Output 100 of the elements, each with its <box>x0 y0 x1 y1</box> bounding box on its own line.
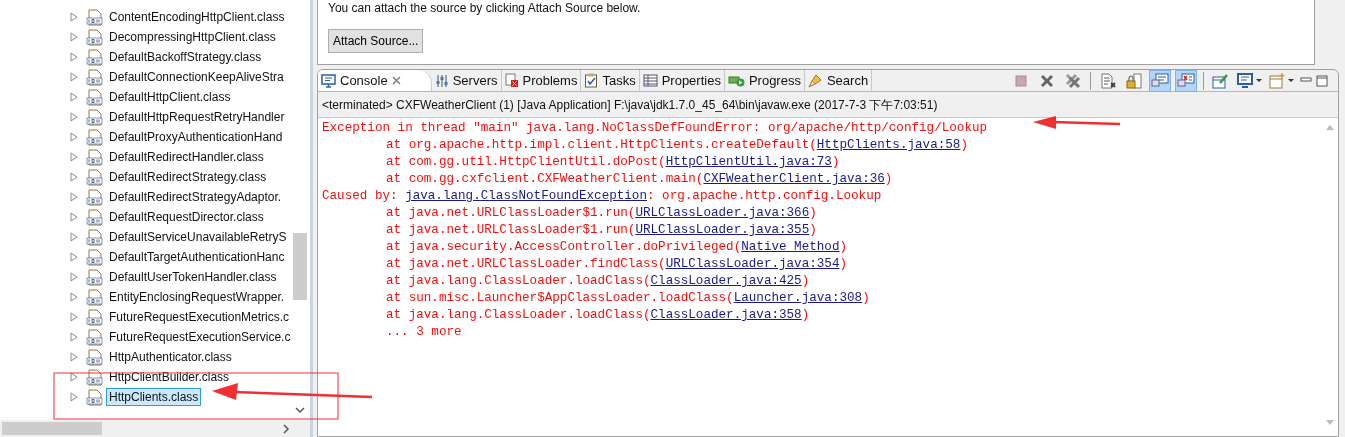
class-file-icon <box>86 8 103 26</box>
class-file-icon <box>86 108 103 126</box>
class-file-icon <box>86 128 103 146</box>
console-line: at com.gg.cxfclient.CXFWeatherClient.main(CXFWeatherClient.java:36) <box>385 171 893 188</box>
scroll-up-icon[interactable] <box>1326 124 1334 130</box>
problems-icon <box>504 73 519 88</box>
tree-item[interactable]: FutureRequestExecutionService.c <box>106 328 294 346</box>
view-tab[interactable]: Search <box>804 70 873 91</box>
tree-item[interactable]: HttpClientBuilder.class <box>106 368 233 386</box>
console-line: at java.security.AccessController.doPrivileged(Native Method) <box>385 239 847 256</box>
console-line: at java.net.URLClassLoader.findClass(URLClassLoader.java:354) <box>385 256 848 273</box>
stack-trace-link[interactable]: Native Method <box>741 240 840 254</box>
stack-trace-link[interactable]: URLClassLoader.java:354 <box>665 257 840 271</box>
view-tab[interactable]: Properties <box>639 70 725 91</box>
view-tab[interactable]: Console <box>318 70 432 91</box>
clipboard-check-icon <box>584 73 599 88</box>
class-file-icon <box>86 228 103 246</box>
scroll-down-icon[interactable] <box>295 407 305 414</box>
tree-item[interactable]: DefaultUserTokenHandler.class <box>106 268 280 286</box>
editor-message: You can attach the source by clicking Attach Source below. <box>328 1 642 15</box>
tree-item[interactable]: DefaultServiceUnavailableRetryS <box>106 228 290 246</box>
console-line: at java.net.URLClassLoader$1.run(URLClassLoader.java:355) <box>385 222 817 239</box>
class-file-icon <box>86 188 103 206</box>
class-file-icon <box>86 248 103 266</box>
scrollbar-thumb[interactable] <box>293 233 307 300</box>
console-line: at java.lang.ClassLoader.loadClass(ClassLoader.java:358) <box>385 307 810 324</box>
console-line: at java.lang.ClassLoader.loadClass(ClassLoader.java:425) <box>385 273 810 290</box>
class-file-icon <box>86 388 103 406</box>
double-x-icon <box>1065 72 1081 89</box>
x-icon <box>1040 73 1054 88</box>
class-file-icon <box>86 168 103 186</box>
tree-item[interactable]: DefaultHttpRequestRetryHandler <box>106 108 288 126</box>
view-tab[interactable]: Progress <box>724 70 805 91</box>
new-window-icon <box>1269 72 1295 89</box>
class-file-icon <box>86 68 103 86</box>
stack-trace-link[interactable]: java.lang.ClassNotFoundException <box>405 189 647 203</box>
tree-item[interactable]: DefaultConnectionKeepAliveStra <box>106 68 287 86</box>
console-line: Exception in thread "main" java.lang.NoClassDefFoundError: org/apache/http/config/Lookup <box>322 120 988 137</box>
horizontal-scrollbar[interactable] <box>0 420 310 437</box>
flashlight-icon <box>807 73 823 88</box>
console-line: Caused by: java.lang.ClassNotFoundException: org.apache.http.config.Lookup <box>322 188 882 205</box>
class-file-icon <box>86 348 103 366</box>
console-line: at org.apache.http.impl.client.HttpClients.createDefault(HttpClients.java:58) <box>385 137 968 154</box>
stack-trace-link[interactable]: HttpClientUtil.java:73 <box>665 155 832 169</box>
console-line: at sun.misc.Launcher$AppClassLoader.loadClass(Launcher.java:308) <box>385 290 870 307</box>
attach-source-button[interactable]: Attach Source... <box>328 29 424 53</box>
stack-trace-link[interactable]: URLClassLoader.java:355 <box>635 223 810 237</box>
class-file-icon <box>86 268 103 286</box>
tree-item[interactable]: DefaultRedirectStrategyAdaptor. <box>106 188 285 206</box>
class-file-icon <box>86 208 103 226</box>
console-error-icon <box>1177 72 1195 89</box>
tree-item[interactable]: DefaultTargetAuthenticationHanc <box>106 248 288 266</box>
class-file-icon <box>86 328 103 346</box>
tree-item[interactable]: HttpClients.class <box>106 388 202 406</box>
stack-trace-link[interactable]: URLClassLoader.java:366 <box>635 206 810 220</box>
scroll-right-icon[interactable] <box>283 423 290 434</box>
document-icon <box>1100 72 1116 89</box>
toolbar-button[interactable] <box>1149 69 1171 92</box>
table-icon <box>642 74 658 87</box>
tree-item[interactable]: DefaultRedirectHandler.class <box>106 148 267 166</box>
scrollbar-thumb[interactable] <box>2 422 102 435</box>
tree-item[interactable]: ContentEncodingHttpClient.class <box>106 8 288 26</box>
close-icon[interactable] <box>391 76 401 85</box>
sliders-icon <box>434 73 449 88</box>
console-line: ... 3 more <box>385 324 462 341</box>
class-file-icon <box>86 48 103 66</box>
monitor-icon <box>321 73 336 88</box>
tree-item[interactable]: DefaultRedirectStrategy.class <box>106 168 270 186</box>
view-tab[interactable]: Servers <box>431 70 502 91</box>
toolbar-button[interactable] <box>1175 69 1197 92</box>
console-status: <terminated> CXFWeatherClient (1) [Java Application] F:\java\jdk1.7.0_45_64\bin\javaw.exe (2017-7-3 下午7:03:51) <box>321 97 939 114</box>
stack-trace-link[interactable]: ClassLoader.java:425 <box>650 274 802 288</box>
class-file-icon <box>86 28 103 46</box>
view-tab[interactable]: Problems <box>501 70 582 91</box>
tree-item[interactable]: EntityEnclosingRequestWrapper. <box>106 288 288 306</box>
console-output-icon <box>1151 72 1169 89</box>
console-line: at com.gg.util.HttpClientUtil.doPost(HttpClientUtil.java:73) <box>385 154 840 171</box>
stack-trace-link[interactable]: CXFWeatherClient.java:36 <box>703 172 885 186</box>
class-file-icon <box>86 368 103 386</box>
maximize-icon[interactable] <box>1316 74 1328 87</box>
tree-item[interactable]: FutureRequestExecutionMetrics.c <box>106 308 293 326</box>
class-file-icon <box>86 88 103 106</box>
tree-item[interactable]: HttpAuthenticator.class <box>106 348 235 366</box>
console-line: at java.net.URLClassLoader$1.run(URLClassLoader.java:366) <box>385 205 817 222</box>
stack-trace-link[interactable]: HttpClients.java:58 <box>816 138 961 152</box>
class-file-icon <box>86 148 103 166</box>
stack-trace-link[interactable]: ClassLoader.java:358 <box>650 308 802 322</box>
tree-item[interactable]: DefaultProxyAuthenticationHand <box>106 128 286 146</box>
view-tab[interactable]: Tasks <box>581 70 640 91</box>
lock-icon <box>1126 72 1142 89</box>
pin-icon <box>1212 72 1230 89</box>
monitor-icon <box>1237 72 1263 89</box>
tree-item[interactable]: DecompressingHttpClient.class <box>106 28 279 46</box>
progress-icon <box>727 74 745 87</box>
stack-trace-link[interactable]: Launcher.java:308 <box>733 291 863 305</box>
class-file-icon <box>86 288 103 306</box>
class-file-icon <box>86 308 103 326</box>
tree-item[interactable]: DefaultRequestDirector.class <box>106 208 267 226</box>
tree-item[interactable]: DefaultHttpClient.class <box>106 88 234 106</box>
tree-item[interactable]: DefaultBackoffStrategy.class <box>106 48 265 66</box>
